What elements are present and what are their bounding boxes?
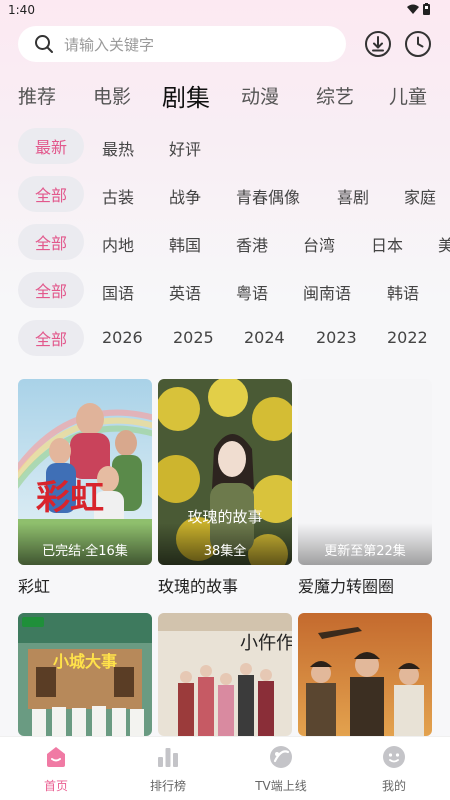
filter-language-active[interactable]: 全部 bbox=[18, 272, 84, 308]
filter-sort: 最新 最热 好评 bbox=[0, 128, 450, 164]
tab-anime[interactable]: 动漫 bbox=[241, 82, 279, 109]
filter-option[interactable]: 内地 bbox=[102, 232, 134, 256]
history-icon[interactable] bbox=[404, 30, 432, 58]
poster: 小仵作 bbox=[158, 613, 292, 736]
tab-variety[interactable]: 综艺 bbox=[316, 82, 354, 109]
download-icon[interactable] bbox=[364, 30, 392, 58]
episode-status: 更新至第22集 bbox=[298, 523, 432, 565]
nav-label: 我的 bbox=[381, 779, 406, 793]
filter-option[interactable]: 韩语 bbox=[387, 280, 419, 304]
poster: 彩虹 已完结·全16集 bbox=[18, 379, 152, 565]
filter-option[interactable]: 家庭 bbox=[404, 184, 436, 208]
category-tabs: 推荐 电影 剧集 动漫 综艺 儿童 bbox=[0, 76, 450, 116]
filter-option[interactable]: 香港 bbox=[236, 232, 268, 256]
episode-status: 38集全 bbox=[158, 523, 292, 565]
filter-option[interactable]: 2023 bbox=[316, 328, 357, 347]
search-placeholder: 请输入关键字 bbox=[64, 35, 155, 54]
poster-art: 小城大事 bbox=[18, 613, 152, 736]
battery-icon bbox=[423, 3, 430, 15]
filter-option[interactable]: 日本 bbox=[371, 232, 403, 256]
nav-label: 排行榜 bbox=[149, 779, 186, 793]
episode-status: 已完结·全16集 bbox=[18, 523, 152, 565]
filter-option[interactable]: 韩国 bbox=[169, 232, 201, 256]
filter-option[interactable]: 2024 bbox=[244, 328, 285, 347]
search-icon bbox=[35, 35, 53, 53]
status-icons bbox=[407, 3, 430, 15]
filter-year-active[interactable]: 全部 bbox=[18, 320, 84, 356]
filter-option[interactable]: 国语 bbox=[102, 280, 134, 304]
bottom-nav: 首页 排行榜 TV端上线 我的 bbox=[0, 736, 450, 800]
poster-art: 小仵作 bbox=[158, 613, 292, 736]
filter-option[interactable]: 最热 bbox=[102, 136, 134, 160]
wifi-icon bbox=[407, 4, 419, 14]
filter-option[interactable]: 喜剧 bbox=[337, 184, 369, 208]
poster-placeholder: 更新至第22集 bbox=[298, 379, 432, 565]
filter-genre: 全部 古装 战争 青春偶像 喜剧 家庭 bbox=[0, 176, 450, 212]
tab-kids[interactable]: 儿童 bbox=[389, 82, 427, 109]
filter-option[interactable]: 闽南语 bbox=[303, 280, 351, 304]
nav-ranking[interactable]: 排行榜 bbox=[112, 745, 224, 794]
poster-title-text: 小仵作 bbox=[240, 633, 292, 654]
status-time: 1:40 bbox=[8, 3, 35, 17]
search-box[interactable]: 请输入关键字 bbox=[18, 26, 346, 62]
poster-title-text: 小城大事 bbox=[53, 652, 117, 671]
status-bar: 1:40 bbox=[0, 0, 450, 20]
filter-option[interactable]: 台湾 bbox=[303, 232, 335, 256]
nav-label: 首页 bbox=[43, 779, 68, 793]
filter-language: 全部 国语 英语 粤语 闽南语 韩语 bbox=[0, 272, 450, 308]
search-row: 请输入关键字 bbox=[0, 26, 450, 62]
poster: 玫瑰的故事 38集全 bbox=[158, 379, 292, 565]
filter-region-active[interactable]: 全部 bbox=[18, 224, 84, 260]
filter-year: 全部 2026 2025 2024 2023 2022 bbox=[0, 320, 450, 356]
filter-sort-active[interactable]: 最新 bbox=[18, 128, 84, 164]
filter-region: 全部 内地 韩国 香港 台湾 日本 美 bbox=[0, 224, 450, 260]
tv-icon bbox=[270, 746, 292, 768]
tab-recommend[interactable]: 推荐 bbox=[18, 82, 56, 109]
nav-label: TV端上线 bbox=[255, 779, 307, 793]
nav-profile[interactable]: 我的 bbox=[338, 745, 450, 794]
chart-icon bbox=[158, 748, 178, 767]
video-title: 玫瑰的故事 bbox=[158, 577, 239, 596]
home-icon bbox=[47, 747, 65, 767]
filter-genre-active[interactable]: 全部 bbox=[18, 176, 84, 212]
filter-option[interactable]: 粤语 bbox=[236, 280, 268, 304]
filter-option[interactable]: 青春偶像 bbox=[236, 184, 300, 208]
filter-option[interactable]: 战争 bbox=[169, 184, 201, 208]
poster-art bbox=[298, 613, 432, 736]
filter-option[interactable]: 2022 bbox=[387, 328, 428, 347]
filter-option[interactable]: 英语 bbox=[169, 280, 201, 304]
poster-title-text: 彩虹 bbox=[36, 478, 104, 518]
tab-movie[interactable]: 电影 bbox=[93, 82, 131, 109]
poster: 小城大事 bbox=[18, 613, 152, 736]
filter-option[interactable]: 2025 bbox=[173, 328, 214, 347]
nav-tv[interactable]: TV端上线 bbox=[225, 745, 337, 794]
profile-icon bbox=[383, 746, 405, 768]
filter-option[interactable]: 美 bbox=[438, 232, 450, 256]
video-title: 彩虹 bbox=[18, 577, 51, 596]
filter-option[interactable]: 古装 bbox=[102, 184, 134, 208]
filter-option[interactable]: 好评 bbox=[169, 136, 201, 160]
nav-home[interactable]: 首页 bbox=[0, 745, 112, 794]
filter-option[interactable]: 2026 bbox=[102, 328, 143, 347]
video-title: 爱魔力转圈圈 bbox=[298, 577, 395, 596]
tab-series[interactable]: 剧集 bbox=[162, 78, 210, 113]
poster bbox=[298, 613, 432, 736]
